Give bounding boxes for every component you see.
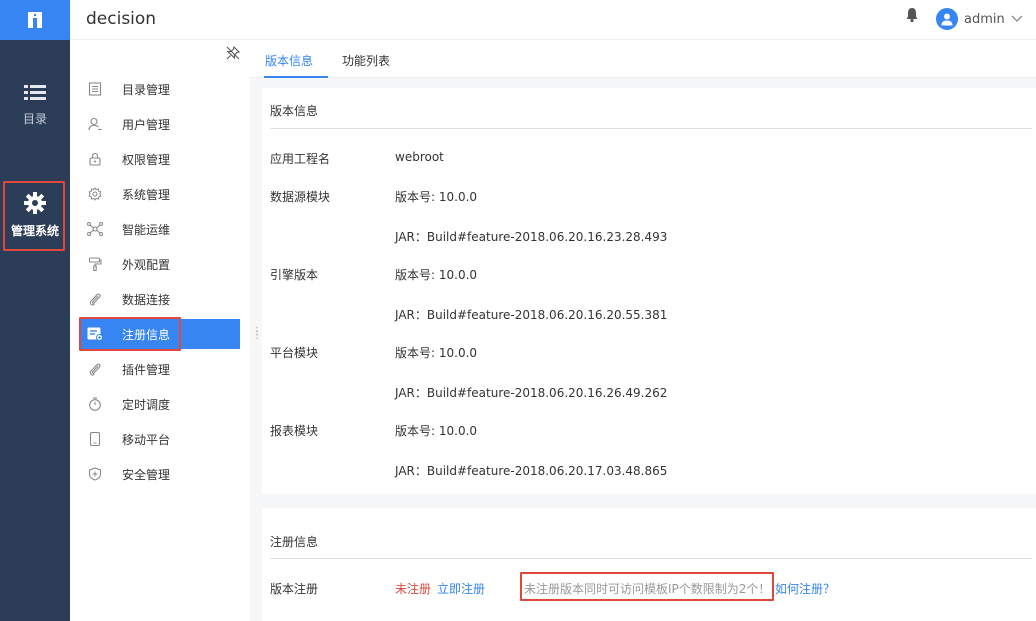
- module-version: 版本号: 10.0.0: [395, 190, 478, 204]
- menu-item-label: 智能运维: [122, 222, 171, 237]
- version-info-panel: 版本信息 应用工程名 webroot 数据源模块 版本号: 10.0.0 JAR…: [262, 88, 1036, 494]
- network-icon: [86, 220, 104, 238]
- user-menu[interactable]: admin: [936, 8, 1023, 30]
- catalog-icon: [86, 80, 104, 98]
- project-label: 应用工程名: [270, 152, 331, 166]
- module-name: 平台模块: [270, 346, 319, 360]
- module-name: 报表模块: [270, 424, 319, 438]
- rail-item-label: 管理系统: [10, 224, 59, 238]
- menu-item-security[interactable]: 安全管理: [80, 459, 240, 489]
- paperclip-icon: [86, 290, 104, 308]
- menu-item-label: 注册信息: [122, 327, 171, 342]
- top-header: decision admin: [70, 0, 1036, 40]
- app-rail: 目录 管理系统: [0, 0, 70, 621]
- tab-bar: 版本信息 功能列表: [250, 40, 1036, 78]
- menu-item-permissions[interactable]: 权限管理: [80, 144, 240, 174]
- register-label: 版本注册: [270, 582, 319, 596]
- menu-item-scheduling[interactable]: 定时调度: [80, 389, 240, 419]
- menu-item-registration[interactable]: 注册信息: [80, 319, 240, 349]
- gear-icon: [24, 192, 46, 214]
- menu-item-system[interactable]: 系统管理: [80, 179, 240, 209]
- mobile-icon: [86, 430, 104, 448]
- how-to-register-link[interactable]: 如何注册？: [775, 580, 835, 597]
- menu-item-label: 插件管理: [122, 362, 171, 377]
- tab-version-info[interactable]: 版本信息: [265, 52, 313, 69]
- menu-item-users[interactable]: 用户管理: [80, 109, 240, 139]
- divider: [270, 558, 1032, 559]
- menu-item-smart-ops[interactable]: 智能运维: [80, 214, 240, 244]
- panel-title: 注册信息: [270, 535, 319, 549]
- module-version: 版本号: 10.0.0: [395, 268, 478, 282]
- pin-icon[interactable]: [226, 45, 241, 63]
- gear-icon: [86, 185, 104, 203]
- menu-item-label: 数据连接: [122, 292, 171, 307]
- register-now-link[interactable]: 立即注册: [437, 580, 485, 597]
- registration-panel: 注册信息 版本注册 未注册 立即注册 未注册版本同时可访问模板IP个数限制为2个…: [262, 508, 1036, 621]
- timer-icon: [86, 395, 104, 413]
- list-icon: [24, 85, 46, 100]
- menu-item-label: 权限管理: [122, 152, 171, 167]
- menu-item-mobile[interactable]: 移动平台: [80, 424, 240, 454]
- user-icon: [86, 115, 104, 133]
- bell-icon[interactable]: [905, 7, 919, 26]
- module-version: 版本号: 10.0.0: [395, 424, 478, 438]
- module-name: 数据源模块: [270, 190, 331, 204]
- rail-item-catalog[interactable]: 目录: [0, 84, 70, 127]
- module-jar: JAR：Build#feature-2018.06.20.17.03.48.86…: [395, 464, 668, 478]
- rail-item-label: 目录: [22, 112, 47, 126]
- resize-handle[interactable]: ⋮ ⋮: [252, 327, 262, 341]
- chevron-down-icon: [1011, 15, 1023, 22]
- menu-item-catalog[interactable]: 目录管理: [80, 74, 240, 104]
- active-tab-indicator: [264, 76, 328, 78]
- panel-title: 版本信息: [270, 104, 319, 118]
- menu-item-label: 移动平台: [122, 432, 171, 447]
- module-jar: JAR：Build#feature-2018.06.20.16.23.28.49…: [395, 230, 668, 244]
- menu-item-label: 系统管理: [122, 187, 171, 202]
- username: admin: [964, 11, 1005, 27]
- menu-item-label: 目录管理: [122, 82, 171, 97]
- menu-item-label: 外观配置: [122, 257, 171, 272]
- divider: [270, 128, 1032, 129]
- shield-icon: [86, 465, 104, 483]
- tab-feature-list[interactable]: 功能列表: [342, 52, 390, 69]
- avatar: [936, 8, 958, 30]
- module-version: 版本号: 10.0.0: [395, 346, 478, 360]
- module-jar: JAR：Build#feature-2018.06.20.16.20.55.38…: [395, 308, 668, 322]
- app-title: decision: [86, 9, 157, 29]
- register-icon: [86, 325, 104, 343]
- menu-item-data-connection[interactable]: 数据连接: [80, 284, 240, 314]
- menu-item-label: 定时调度: [122, 397, 171, 412]
- project-value: webroot: [395, 150, 444, 164]
- module-name: 引擎版本: [270, 268, 319, 282]
- plugin-icon: [86, 360, 104, 378]
- menu-item-label: 用户管理: [122, 117, 171, 132]
- lock-icon: [86, 150, 104, 168]
- menu-item-appearance[interactable]: 外观配置: [80, 249, 240, 279]
- rail-item-admin-system[interactable]: 管理系统: [0, 192, 70, 239]
- paint-roller-icon: [86, 255, 104, 273]
- management-menu: 目录管理 用户管理 权限管理 系统管理 智能运维 外观配置 数据连接 注册信息 …: [70, 40, 250, 621]
- app-logo[interactable]: [0, 0, 70, 40]
- registration-status: 未注册: [395, 582, 432, 596]
- logo-icon: [28, 12, 42, 28]
- menu-item-label: 安全管理: [122, 467, 171, 482]
- module-jar: JAR：Build#feature-2018.06.20.16.26.49.26…: [395, 386, 668, 400]
- menu-item-plugins[interactable]: 插件管理: [80, 354, 240, 384]
- user-avatar-icon: [941, 13, 953, 26]
- registration-limit-notice: 未注册版本同时可访问模板IP个数限制为2个！: [524, 582, 771, 596]
